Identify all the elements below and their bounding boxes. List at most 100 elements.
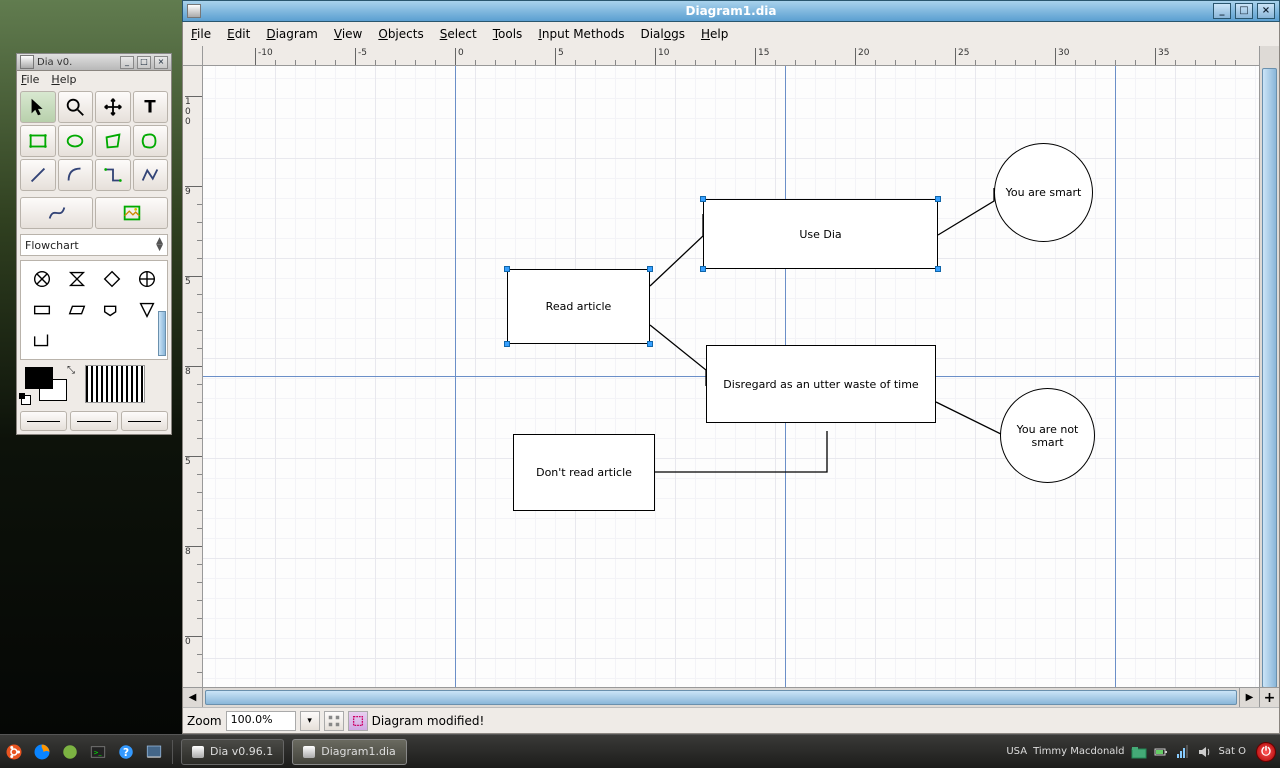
fg-bg-color-swatch[interactable]: ⤡ bbox=[21, 365, 77, 405]
tool-text[interactable]: T bbox=[133, 91, 169, 123]
show-desktop-icon[interactable] bbox=[143, 741, 165, 763]
maximize-button[interactable]: □ bbox=[137, 56, 151, 69]
tool-ellipse[interactable] bbox=[58, 125, 94, 157]
shape-not-smart[interactable]: You are not smart bbox=[1000, 388, 1095, 483]
shape-smart[interactable]: You are smart bbox=[994, 143, 1093, 242]
shape-process[interactable] bbox=[24, 295, 59, 325]
selection-handle[interactable] bbox=[935, 266, 941, 272]
task-dia-toolbox[interactable]: Dia v0.96.1 bbox=[181, 739, 284, 765]
zoom-dropdown[interactable]: ▾ bbox=[300, 711, 320, 731]
network-icon[interactable] bbox=[1175, 744, 1191, 760]
horizontal-scrollbar[interactable]: ◀ ▶ bbox=[183, 687, 1259, 707]
line-start-style[interactable] bbox=[20, 411, 67, 431]
menu-objects[interactable]: Objects bbox=[378, 27, 423, 41]
vertical-scrollbar[interactable] bbox=[1259, 46, 1279, 687]
firefox-icon[interactable] bbox=[31, 741, 53, 763]
navigator-button[interactable]: + bbox=[1259, 687, 1279, 707]
diagram-titlebar[interactable]: Diagram1.dia _ □ × bbox=[182, 0, 1280, 22]
default-colors-icon[interactable] bbox=[21, 395, 31, 405]
fg-color[interactable] bbox=[25, 367, 53, 389]
menu-file[interactable]: File bbox=[21, 73, 39, 86]
tool-beziergon[interactable] bbox=[133, 125, 169, 157]
menu-select[interactable]: Select bbox=[440, 27, 477, 41]
ruler-corner[interactable] bbox=[183, 46, 203, 66]
tool-polyline[interactable] bbox=[133, 159, 169, 191]
terminal-icon[interactable]: >_ bbox=[87, 741, 109, 763]
keyboard-layout[interactable]: USA bbox=[1006, 746, 1027, 757]
shape-summing[interactable] bbox=[129, 264, 164, 294]
shape-read-article[interactable]: Read article bbox=[507, 269, 650, 344]
shape-dont-read[interactable]: Don't read article bbox=[513, 434, 655, 511]
scroll-left-arrow[interactable]: ◀ bbox=[183, 688, 203, 707]
menu-help[interactable]: Help bbox=[701, 27, 728, 41]
menu-input-methods[interactable]: Input Methods bbox=[538, 27, 624, 41]
menu-view[interactable]: View bbox=[334, 27, 362, 41]
tool-image[interactable] bbox=[95, 197, 168, 229]
selection-handle[interactable] bbox=[504, 341, 510, 347]
palette-scrollbar[interactable] bbox=[158, 311, 166, 356]
scroll-right-arrow[interactable]: ▶ bbox=[1239, 688, 1259, 707]
tool-scroll[interactable] bbox=[95, 91, 131, 123]
battery-icon[interactable] bbox=[1153, 744, 1169, 760]
swap-colors-icon[interactable]: ⤡ bbox=[67, 365, 75, 376]
canvas[interactable]: Read article Use Dia Disregard as an utt… bbox=[203, 66, 1259, 687]
horizontal-scrollbar-thumb[interactable] bbox=[205, 690, 1237, 705]
menu-help[interactable]: Help bbox=[51, 73, 76, 86]
selection-handle[interactable] bbox=[504, 266, 510, 272]
clock[interactable]: Sat O bbox=[1219, 746, 1246, 757]
selection-handle[interactable] bbox=[935, 196, 941, 202]
shape-collate[interactable] bbox=[59, 264, 94, 294]
close-button[interactable]: × bbox=[154, 56, 168, 69]
ubuntu-menu-icon[interactable] bbox=[3, 741, 25, 763]
shape-text: You are smart bbox=[1006, 186, 1082, 199]
minimize-button[interactable]: _ bbox=[120, 56, 134, 69]
task-diagram[interactable]: Diagram1.dia bbox=[292, 739, 407, 765]
shape-io[interactable] bbox=[59, 295, 94, 325]
shape-card[interactable] bbox=[24, 325, 59, 355]
sheet-selector[interactable]: Flowchart ▲▼ bbox=[20, 234, 168, 256]
volume-icon[interactable] bbox=[1197, 744, 1213, 760]
menu-tools[interactable]: Tools bbox=[493, 27, 523, 41]
pattern-swatch[interactable] bbox=[85, 365, 145, 403]
menu-dialogs[interactable]: Dialogs bbox=[640, 27, 684, 41]
shape-use-dia[interactable]: Use Dia bbox=[703, 199, 938, 269]
menu-file[interactable]: File bbox=[191, 27, 211, 41]
help-icon[interactable]: ? bbox=[115, 741, 137, 763]
tool-zoom[interactable] bbox=[58, 91, 94, 123]
shape-connector-cross[interactable] bbox=[24, 264, 59, 294]
user-name[interactable]: Timmy Macdonald bbox=[1033, 746, 1124, 757]
toolbox-title: Dia v0. bbox=[37, 57, 72, 68]
selection-handle[interactable] bbox=[647, 266, 653, 272]
shape-display[interactable] bbox=[94, 295, 129, 325]
tool-polygon[interactable] bbox=[95, 125, 131, 157]
shape-decision[interactable] bbox=[94, 264, 129, 294]
snap-grid-toggle[interactable] bbox=[324, 711, 344, 731]
toolbox-titlebar[interactable]: Dia v0. _ □ × bbox=[16, 53, 172, 70]
tool-arc[interactable] bbox=[58, 159, 94, 191]
line-end-style[interactable] bbox=[121, 411, 168, 431]
selection-handle[interactable] bbox=[700, 196, 706, 202]
tool-line[interactable] bbox=[20, 159, 56, 191]
horizontal-ruler[interactable]: -10-505101520253035 bbox=[203, 46, 1259, 66]
minimize-button[interactable]: _ bbox=[1213, 3, 1231, 19]
tool-bezier[interactable] bbox=[20, 197, 93, 229]
selection-handle[interactable] bbox=[647, 341, 653, 347]
close-button[interactable]: × bbox=[1257, 3, 1275, 19]
menu-edit[interactable]: Edit bbox=[227, 27, 250, 41]
folder-tray-icon[interactable] bbox=[1131, 744, 1147, 760]
tool-pointer[interactable] bbox=[20, 91, 56, 123]
vertical-ruler[interactable]: 100958580 bbox=[183, 66, 203, 687]
shape-text: Use Dia bbox=[799, 228, 841, 241]
line-mid-style[interactable] bbox=[70, 411, 117, 431]
selection-handle[interactable] bbox=[700, 266, 706, 272]
power-button-icon[interactable]: ⏻ bbox=[1256, 742, 1276, 762]
evolution-icon[interactable] bbox=[59, 741, 81, 763]
zoom-input[interactable]: 100.0% bbox=[226, 711, 296, 731]
maximize-button[interactable]: □ bbox=[1235, 3, 1253, 19]
tool-zigzag[interactable] bbox=[95, 159, 131, 191]
vertical-scrollbar-thumb[interactable] bbox=[1262, 68, 1277, 688]
menu-diagram[interactable]: Diagram bbox=[266, 27, 318, 41]
shape-disregard[interactable]: Disregard as an utter waste of time bbox=[706, 345, 936, 423]
snap-object-toggle[interactable] bbox=[348, 711, 368, 731]
tool-box[interactable] bbox=[20, 125, 56, 157]
